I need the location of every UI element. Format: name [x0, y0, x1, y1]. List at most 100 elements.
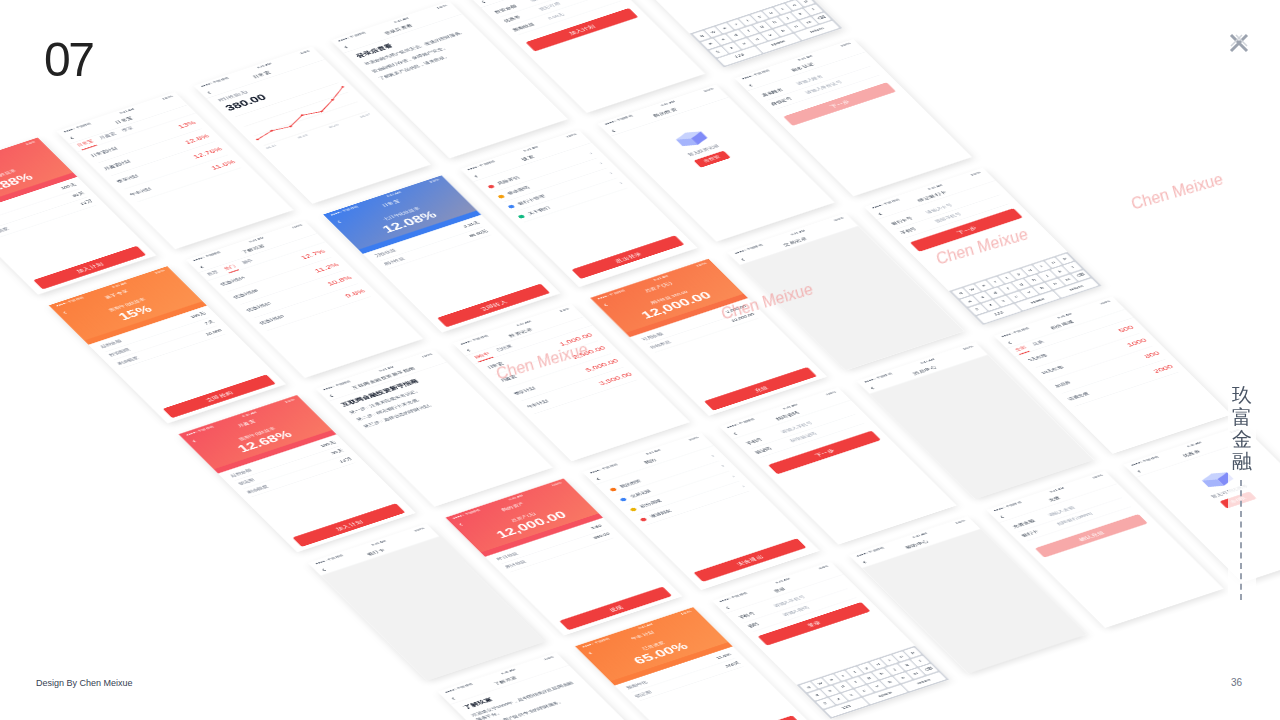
carrier: ●●●●○ 中国移动 — [451, 508, 482, 520]
product-row[interactable]: 年丰计划11.6% — [125, 155, 242, 202]
product-row[interactable]: 年丰计划3,500.00 — [521, 367, 638, 414]
battery: 100% — [161, 95, 174, 101]
credit: Design By Chen Meixue — [32, 677, 137, 691]
back-button[interactable]: ‹ — [335, 216, 349, 224]
product-row[interactable]: 10元红包1000 — [1036, 333, 1153, 380]
battery: 100% — [542, 655, 555, 661]
chart-point — [270, 130, 274, 132]
row-dot-icon — [619, 497, 627, 502]
back-button[interactable]: ‹ — [205, 88, 219, 96]
time: 9:41 AM — [774, 577, 791, 585]
back-button[interactable]: ‹ — [327, 390, 341, 398]
brand-logo-icon — [1228, 32, 1250, 54]
chart-point — [300, 114, 304, 116]
primary-button[interactable]: 登录 — [758, 602, 871, 646]
back-button[interactable]: ‹ — [472, 171, 486, 179]
tab[interactable]: 持有中 — [471, 350, 494, 363]
battery: 100% — [550, 481, 563, 487]
chart-tick: 06-01 — [265, 144, 278, 150]
back-button[interactable]: ‹ — [594, 474, 608, 482]
back-button[interactable]: ‹ — [1005, 338, 1019, 346]
battery: 100% — [413, 526, 426, 532]
time: 9:41 AM — [919, 357, 936, 365]
nav-title: 了解玖富 — [206, 229, 311, 267]
chart-point — [320, 110, 324, 112]
time: 9:41 AM — [256, 62, 273, 70]
page-number: 36 — [1227, 675, 1246, 690]
back-button[interactable]: ‹ — [998, 512, 1012, 520]
back-button[interactable]: ‹ — [60, 307, 74, 315]
nav-bar: ‹日常宝 — [199, 52, 325, 99]
back-button[interactable]: ‹ — [342, 42, 356, 50]
row-dot-icon — [507, 204, 515, 209]
product-row[interactable]: 加息券800 — [1049, 346, 1166, 393]
back-button[interactable]: ‹ — [449, 693, 463, 701]
product-row[interactable]: 话费充值2000 — [1062, 359, 1179, 406]
back-button[interactable]: ‹ — [197, 262, 211, 270]
tab[interactable]: 季享 — [119, 124, 137, 135]
product-row[interactable]: 优选计划C10.8% — [241, 270, 358, 317]
time: 9:41 AM — [789, 229, 806, 237]
primary-button[interactable]: 下一步 — [783, 82, 896, 126]
carrier: ●●●●○ 中国移动 — [459, 334, 490, 346]
carrier: ●●●●○ 中国移动 — [1129, 455, 1160, 467]
carrier: ●●●●○ 中国移动 — [725, 417, 756, 429]
carrier: ●●●●○ 中国移动 — [192, 250, 223, 262]
primary-button[interactable]: 下一步 — [910, 208, 1023, 252]
carrier: ●●●●○ 中国移动 — [581, 636, 612, 648]
info-row: 剩余额度10,000 — [114, 326, 226, 369]
carrier: ●●●●○ 中国移动 — [855, 546, 886, 558]
primary-button[interactable]: 下一步 — [768, 431, 881, 475]
tab[interactable]: 全部 — [1012, 344, 1030, 355]
time: 9:41 AM — [637, 622, 654, 630]
tab[interactable]: 热门 — [221, 262, 239, 273]
time: 9:41 AM — [507, 494, 524, 502]
tab[interactable]: 已结束 — [493, 342, 516, 355]
back-button[interactable]: ‹ — [1135, 466, 1149, 474]
tab[interactable]: 月盈宝 — [97, 130, 120, 143]
product-row[interactable]: 优选计划D9.8% — [254, 284, 371, 331]
primary-button[interactable]: 加入计划 — [689, 715, 802, 720]
primary-button[interactable]: 加入计划 — [525, 8, 638, 52]
back-button[interactable]: ‹ — [876, 209, 890, 217]
time: 9:41 AM — [515, 319, 532, 327]
back-button[interactable]: ‹ — [746, 80, 760, 88]
back-button[interactable]: ‹ — [190, 436, 204, 444]
settings-row[interactable]: 风险评估› — [484, 148, 598, 192]
settings-row[interactable]: 我的投资› — [606, 451, 720, 495]
back-button[interactable]: ‹ — [601, 300, 615, 308]
tab[interactable]: 推荐 — [204, 268, 222, 279]
tab[interactable]: 兑换 — [1029, 338, 1047, 349]
back-button[interactable]: ‹ — [723, 603, 737, 611]
chart-tick: 06-07 — [359, 113, 372, 119]
chart-point — [341, 86, 345, 88]
back-button[interactable]: ‹ — [586, 648, 600, 656]
battery: 100% — [824, 390, 837, 396]
primary-button[interactable]: 确认充值 — [1035, 514, 1148, 558]
back-button[interactable]: ‹ — [479, 0, 493, 5]
back-button[interactable]: ‹ — [457, 519, 471, 527]
tab[interactable]: 新手 — [239, 256, 257, 267]
side-title-block: 玖富金融 — [1228, 380, 1256, 604]
status-bar: ●●●●○ 中国移动9:41 AM100% — [56, 92, 180, 136]
battery: 100% — [832, 216, 845, 222]
watermark: Chen Meixue — [494, 337, 591, 386]
carrier: ●●●●○ 中国移动 — [863, 371, 894, 383]
nav-title: 我的投资 — [618, 92, 723, 130]
carrier: ●●●●○ 中国移动 — [55, 296, 86, 308]
battery: 100% — [702, 87, 715, 93]
info-row: 剩余额度13万 — [244, 455, 356, 498]
nav-title: 我的 — [602, 441, 707, 479]
battery: 100% — [565, 132, 578, 138]
carrier: ●●●●○ 中国移动 — [321, 379, 352, 391]
tab[interactable]: 日常宝 — [74, 138, 97, 151]
time: 9:41 AM — [241, 410, 258, 418]
back-button[interactable]: ‹ — [609, 125, 623, 133]
row-dot-icon — [497, 194, 505, 199]
time: 9:41 AM — [248, 236, 265, 244]
nav-title: 积分商城 — [1014, 305, 1119, 343]
battery: 100% — [840, 42, 853, 48]
row-dot-icon — [517, 214, 525, 219]
back-button[interactable]: ‹ — [731, 428, 745, 436]
battery: 100% — [687, 435, 700, 441]
